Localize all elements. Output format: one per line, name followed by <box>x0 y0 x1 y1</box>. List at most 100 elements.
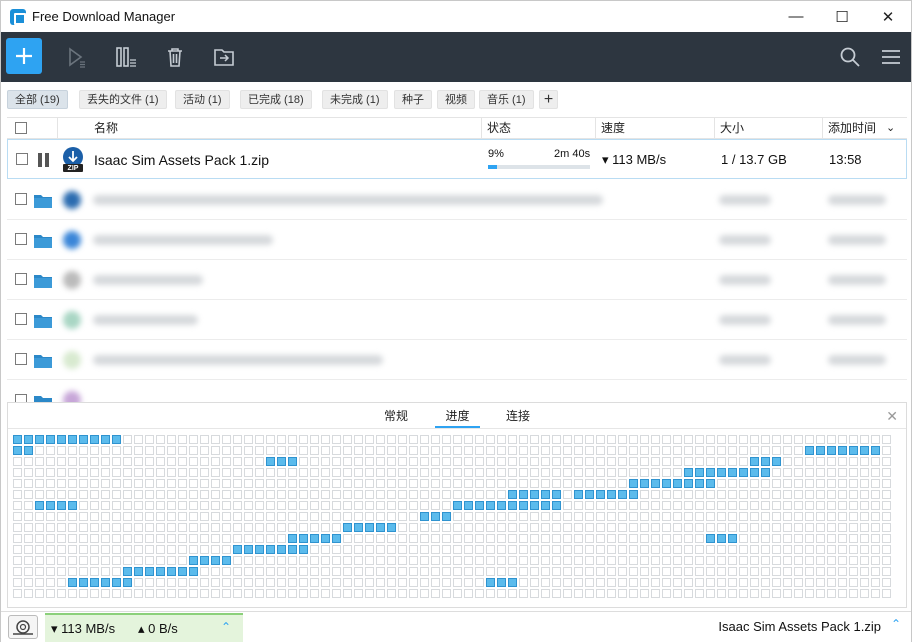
close-button[interactable]: ✕ <box>865 1 911 32</box>
table-row[interactable] <box>7 381 907 402</box>
row-checkbox[interactable] <box>15 313 27 325</box>
details-tabs: 常规 进度 连接 ✕ <box>8 403 906 429</box>
obscured-added <box>828 315 886 325</box>
pause-icon[interactable] <box>38 153 50 167</box>
chevron-up-icon[interactable]: ⌃ <box>221 620 231 634</box>
filter-tab-torrents[interactable]: 种子 <box>394 90 432 109</box>
obscured-size <box>719 235 771 245</box>
file-name: Isaac Sim Assets Pack 1.zip <box>94 152 270 168</box>
obscured-file-name <box>93 275 203 285</box>
folder-icon[interactable] <box>34 194 52 208</box>
file-type-icon <box>63 391 81 402</box>
snail-icon <box>13 620 33 635</box>
progress-bar <box>488 165 590 169</box>
select-all-checkbox[interactable] <box>15 122 27 134</box>
table-row[interactable] <box>7 180 907 220</box>
row-checkbox[interactable] <box>15 394 27 402</box>
total-download-speed: ▾ 113 MB/s <box>51 621 116 636</box>
speed-mode-button[interactable] <box>8 615 38 639</box>
tab-general[interactable]: 常规 <box>376 407 416 428</box>
search-icon <box>840 47 860 67</box>
time-remaining: 2m 40s <box>554 148 591 160</box>
move-folder-icon <box>214 49 234 66</box>
app-window: Free Download Manager — ☐ ✕ 全部 (19) 丢失的文… <box>0 0 912 642</box>
obscured-file-name <box>93 195 603 205</box>
column-size[interactable]: 大小 <box>720 118 744 139</box>
folder-icon[interactable] <box>34 234 52 248</box>
added-time: 13:58 <box>829 152 862 167</box>
speed-summary: ▾ 113 MB/s ▴ 0 B/s ⌃ <box>45 613 243 642</box>
column-name[interactable]: 名称 <box>94 118 118 139</box>
table-header: 名称 状态 速度 大小 添加时间 ⌄ <box>7 117 907 139</box>
close-panel-icon[interactable]: ✕ <box>886 408 898 425</box>
expand-panel-icon[interactable]: ⌃ <box>891 617 901 631</box>
file-type-icon <box>63 231 81 249</box>
play-icon <box>69 47 85 68</box>
table-row[interactable] <box>7 340 907 380</box>
row-checkbox[interactable] <box>16 153 28 165</box>
obscured-size <box>719 355 771 365</box>
menu-icon <box>882 50 900 64</box>
table-row[interactable] <box>7 260 907 300</box>
row-checkbox[interactable] <box>15 233 27 245</box>
minimize-button[interactable]: — <box>773 1 819 32</box>
search-button[interactable] <box>835 42 865 72</box>
tab-progress[interactable]: 进度 <box>435 407 480 428</box>
main-menu-button[interactable] <box>876 42 906 72</box>
maximize-button[interactable]: ☐ <box>819 1 865 32</box>
filter-tab-incomplete[interactable]: 未完成 (1) <box>322 90 388 109</box>
filter-tab-video[interactable]: 视频 <box>437 90 475 109</box>
current-file-name: Isaac Sim Assets Pack 1.zip <box>718 619 881 634</box>
folder-icon[interactable] <box>34 274 52 288</box>
delete-button[interactable] <box>160 42 190 72</box>
obscured-size <box>719 195 771 205</box>
window-title: Free Download Manager <box>32 9 176 24</box>
row-checkbox[interactable] <box>15 353 27 365</box>
file-type-icon <box>63 351 81 369</box>
table-row[interactable] <box>7 300 907 340</box>
obscured-file-name <box>93 355 383 365</box>
obscured-file-name <box>93 235 273 245</box>
app-logo-icon <box>10 8 26 25</box>
details-panel: 常规 进度 连接 ✕ <box>7 402 907 608</box>
filter-tab-active[interactable]: 活动 (1) <box>175 90 230 109</box>
toolbar <box>1 32 911 82</box>
obscured-added <box>828 235 886 245</box>
obscured-file-name <box>93 315 198 325</box>
pause-all-button[interactable] <box>111 42 141 72</box>
folder-icon[interactable] <box>34 354 52 368</box>
row-checkbox[interactable] <box>15 193 27 205</box>
file-type-icon <box>63 311 81 329</box>
start-button[interactable] <box>61 42 91 72</box>
column-status[interactable]: 状态 <box>487 118 511 139</box>
progress-fill <box>488 165 498 169</box>
progress-percent: 9% <box>488 148 504 160</box>
filter-tab-missing[interactable]: 丢失的文件 (1) <box>79 90 167 109</box>
obscured-size <box>719 275 771 285</box>
table-row[interactable] <box>7 220 907 260</box>
folder-icon[interactable] <box>34 395 52 402</box>
move-to-folder-button[interactable] <box>209 42 239 72</box>
column-speed[interactable]: 速度 <box>601 118 625 139</box>
trash-icon <box>168 48 182 67</box>
obscured-added <box>828 355 886 365</box>
download-speed: ▾ 113 MB/s <box>602 152 667 167</box>
file-size: 1 / 13.7 GB <box>721 152 787 167</box>
title-bar: Free Download Manager — ☐ ✕ <box>1 1 911 32</box>
filter-tab-music[interactable]: 音乐 (1) <box>479 90 534 109</box>
row-checkbox[interactable] <box>15 273 27 285</box>
tab-connections[interactable]: 连接 <box>498 407 538 428</box>
column-added[interactable]: 添加时间 <box>828 118 876 139</box>
sort-desc-icon[interactable]: ⌄ <box>886 118 895 139</box>
file-type-label: ZIP <box>67 165 79 172</box>
filter-tab-all[interactable]: 全部 (19) <box>7 90 68 109</box>
add-filter-button[interactable]: + <box>539 90 558 109</box>
obscured-size <box>719 315 771 325</box>
filter-tab-completed[interactable]: 已完成 (18) <box>240 90 312 109</box>
pause-all-icon <box>116 47 136 67</box>
table-row[interactable]: ZIP Isaac Sim Assets Pack 1.zip 9% 2m 40… <box>7 139 907 179</box>
file-type-icon <box>63 191 81 209</box>
add-download-button[interactable] <box>6 38 42 74</box>
obscured-added <box>828 275 886 285</box>
folder-icon[interactable] <box>34 314 52 328</box>
